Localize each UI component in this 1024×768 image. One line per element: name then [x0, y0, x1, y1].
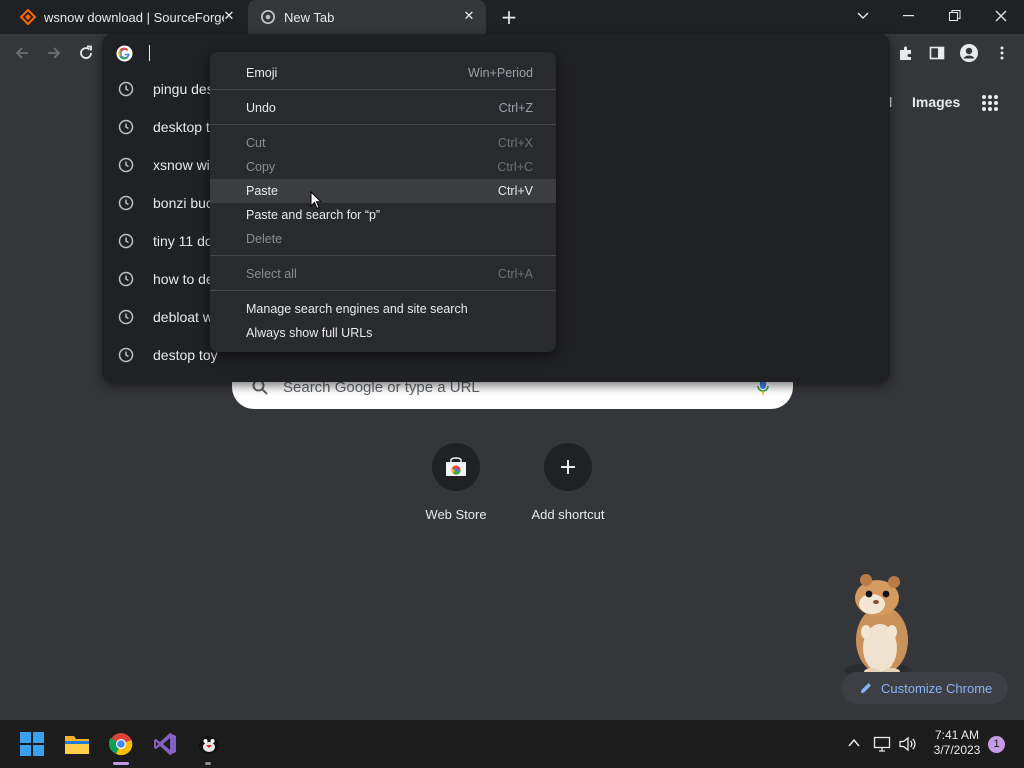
tab-search-icon[interactable]: [851, 6, 875, 26]
windows-start-icon[interactable]: [16, 728, 48, 760]
tab-title: wsnow download | SourceForge.net: [44, 9, 224, 25]
history-clock-icon: [118, 195, 134, 211]
suggestion-text: destop toy: [153, 347, 218, 363]
clock[interactable]: 7:41 AM 3/7/2023: [926, 728, 988, 758]
menu-item-shortcut: Ctrl+C: [497, 160, 533, 174]
profile-avatar-icon[interactable]: [957, 41, 981, 65]
text-cursor: [149, 45, 150, 61]
shortcut-label: Add shortcut: [531, 507, 605, 522]
suggestion-text: how to de: [153, 271, 214, 287]
menu-item-cut[interactable]: Cut Ctrl+X: [210, 131, 556, 155]
images-link[interactable]: Images: [912, 94, 960, 110]
shortcut-web-store[interactable]: Web Store: [408, 443, 504, 522]
suggestion-text: xsnow wi: [153, 157, 210, 173]
menu-item-label: Emoji: [246, 66, 278, 80]
menu-item-paste-and-search[interactable]: Paste and search for “p”: [210, 203, 556, 227]
active-app-indicator: [113, 762, 129, 765]
new-tab-button[interactable]: +: [498, 7, 520, 27]
menu-separator: [210, 255, 556, 256]
menu-item-copy[interactable]: Copy Ctrl+C: [210, 155, 556, 179]
tab-sourceforge[interactable]: wsnow download | SourceForge.net ✕: [10, 0, 246, 34]
penguin-app-icon[interactable]: [193, 728, 225, 760]
menu-item-shortcut: Ctrl+V: [497, 184, 533, 198]
menu-item-select-all[interactable]: Select all Ctrl+A: [210, 262, 556, 286]
menu-item-label: Select all: [246, 267, 297, 281]
menu-item-label: Manage search engines and site search: [246, 302, 468, 316]
menu-item-label: Cut: [246, 136, 266, 150]
menu-item-label: Delete: [246, 232, 283, 246]
open-app-indicator: [205, 762, 211, 765]
file-explorer-icon[interactable]: [61, 728, 93, 760]
menu-item-manage-search-engines[interactable]: Manage search engines and site search: [210, 297, 556, 321]
visual-studio-icon[interactable]: [149, 728, 181, 760]
menu-separator: [210, 290, 556, 291]
menu-item-label: Paste: [246, 184, 278, 198]
suggestion-text: bonzi buc: [153, 195, 213, 211]
menu-item-shortcut: Ctrl+X: [497, 136, 533, 150]
history-clock-icon: [118, 157, 134, 173]
menu-item-emoji[interactable]: Emoji Win+Period: [210, 61, 556, 85]
windows-taskbar: 7:41 AM 3/7/2023 1: [0, 720, 1024, 768]
menu-item-paste[interactable]: Paste Ctrl+V: [210, 179, 556, 203]
forward-button[interactable]: [42, 41, 66, 65]
chrome-icon: [260, 9, 276, 25]
menu-item-undo[interactable]: Undo Ctrl+Z: [210, 96, 556, 120]
history-clock-icon: [118, 233, 134, 249]
back-button[interactable]: [10, 41, 34, 65]
menu-item-always-show-full-urls[interactable]: Always show full URLs: [210, 321, 556, 345]
history-clock-icon: [118, 347, 134, 363]
context-menu: Emoji Win+Period Undo Ctrl+Z Cut Ctrl+X …: [210, 52, 556, 352]
history-clock-icon: [118, 119, 134, 135]
sourceforge-icon: [20, 9, 36, 25]
suggestion-text: pingu des: [153, 81, 214, 97]
customize-chrome-button[interactable]: Customize Chrome: [842, 672, 1008, 704]
plus-icon: [544, 443, 592, 491]
restore-button[interactable]: [943, 6, 967, 26]
hamster-desktop-pet[interactable]: [832, 572, 918, 680]
menu-kebab-icon[interactable]: [990, 41, 1014, 65]
clock-time: 7:41 AM: [934, 728, 980, 742]
reload-button[interactable]: [74, 41, 98, 65]
shortcut-label: Web Store: [425, 507, 487, 522]
menu-item-label: Paste and search for “p”: [246, 208, 381, 222]
clock-date: 3/7/2023: [933, 743, 981, 757]
notification-badge[interactable]: 1: [988, 736, 1005, 753]
mouse-cursor-icon: [310, 191, 322, 210]
chrome-taskbar-icon[interactable]: [105, 728, 137, 760]
tab-strip: wsnow download | SourceForge.net ✕ New T…: [0, 0, 1024, 34]
menu-item-shortcut: Ctrl+A: [497, 267, 533, 281]
history-clock-icon: [118, 81, 134, 97]
pencil-icon: [859, 681, 873, 695]
minimize-button[interactable]: [897, 6, 921, 26]
menu-separator: [210, 89, 556, 90]
tab-new-tab[interactable]: New Tab ✕: [248, 0, 486, 34]
tab-title: New Tab: [284, 9, 335, 25]
close-tab-icon[interactable]: ✕: [222, 10, 236, 24]
history-clock-icon: [118, 309, 134, 325]
menu-item-label: Undo: [246, 101, 276, 115]
shortcut-add[interactable]: Add shortcut: [520, 443, 616, 522]
customize-label: Customize Chrome: [881, 680, 993, 696]
extensions-icon[interactable]: [894, 41, 918, 65]
suggestion-text: debloat w: [153, 309, 213, 325]
web-store-icon: [432, 443, 480, 491]
menu-item-label: Always show full URLs: [246, 326, 373, 340]
menu-item-shortcut: Win+Period: [468, 66, 533, 80]
network-icon[interactable]: [873, 736, 891, 752]
close-tab-icon[interactable]: ✕: [462, 10, 476, 24]
close-window-button[interactable]: [989, 6, 1013, 26]
menu-item-label: Copy: [246, 160, 276, 174]
menu-item-delete[interactable]: Delete: [210, 227, 556, 251]
history-clock-icon: [118, 271, 134, 287]
volume-icon[interactable]: [899, 736, 917, 752]
menu-item-shortcut: Ctrl+Z: [498, 101, 533, 115]
suggestion-text: tiny 11 do: [153, 233, 213, 249]
suggestion-text: desktop t: [153, 119, 210, 135]
apps-grid-icon[interactable]: [981, 94, 999, 112]
google-icon: [116, 44, 133, 62]
side-panel-icon[interactable]: [925, 41, 949, 65]
show-hidden-icons-chevron[interactable]: [847, 736, 861, 750]
menu-separator: [210, 124, 556, 125]
